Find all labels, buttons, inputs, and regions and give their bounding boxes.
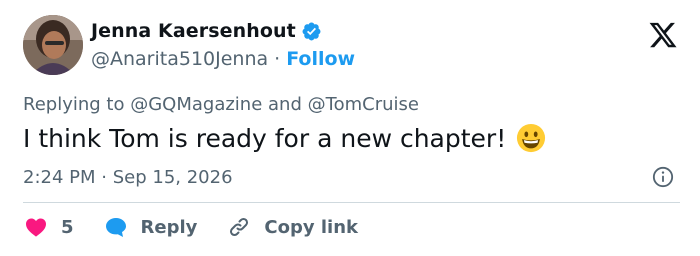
like-count: 5 [61,216,74,238]
copy-link-button[interactable]: Copy link [227,215,358,239]
grinning-face-emoji-icon [516,123,546,153]
author-handle[interactable]: @Anarita510Jenna [91,48,268,70]
reply-label: Reply [140,216,198,238]
link-icon [230,217,249,237]
mention-link[interactable]: @GQMagazine [130,94,262,115]
action-bar: 5 Reply Copy link [24,215,388,239]
tweet-date: Sep 15, 2026 [112,167,233,188]
speech-bubble-icon [105,218,126,237]
author-name[interactable]: Jenna Kaersenhout [91,20,296,42]
avatar[interactable] [23,15,83,75]
follow-button[interactable]: Follow [286,48,355,70]
handle-separator: · [274,48,281,70]
timestamp[interactable]: 2:24 PM · Sep 15, 2026 [23,167,233,188]
verified-badge-icon [301,21,322,42]
timestamp-separator: · [101,167,107,188]
heart-icon [26,218,46,237]
tweet-time: 2:24 PM [23,167,96,188]
replying-to: Replying to @GQMagazine and @TomCruise [23,94,419,115]
copy-link-label: Copy link [264,216,358,238]
info-icon[interactable] [652,166,674,188]
replying-conjunction: and [268,94,302,115]
tweet-text: I think Tom is ready for a new chapter! [23,123,507,153]
reply-button[interactable]: Reply [104,215,198,239]
x-logo-icon[interactable] [648,20,678,50]
mention-link[interactable]: @TomCruise [308,94,419,115]
tweet-body: I think Tom is ready for a new chapter! [23,123,546,153]
replying-prefix: Replying to [23,94,125,115]
like-button[interactable]: 5 [24,215,74,239]
divider [23,202,680,203]
